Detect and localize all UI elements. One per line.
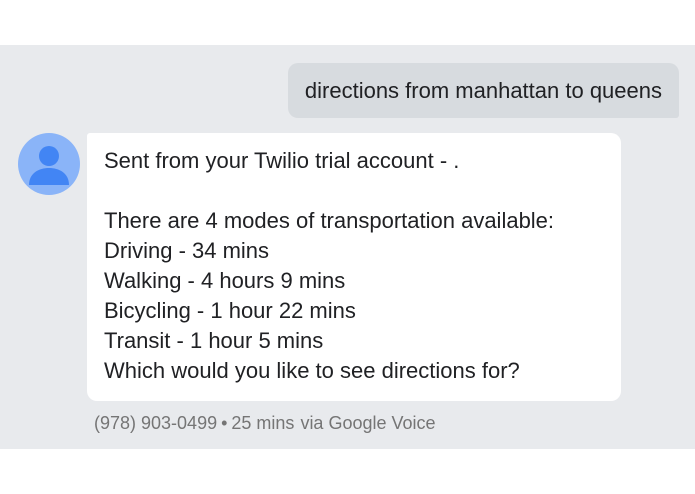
incoming-message-bubble[interactable]: Sent from your Twilio trial account - . …	[87, 133, 621, 401]
person-icon	[29, 146, 69, 185]
message-line-bicycling: Bicycling - 1 hour 22 mins	[104, 298, 356, 323]
message-thread: directions from manhattan to queens Sent…	[0, 45, 695, 449]
message-timestamp: 25 mins	[231, 413, 295, 433]
outgoing-message-bubble[interactable]: directions from manhattan to queens	[287, 63, 679, 118]
message-line-modes-intro: There are 4 modes of transportation avai…	[104, 208, 555, 233]
contact-avatar[interactable]	[18, 133, 80, 195]
message-line-driving: Driving - 34 mins	[104, 238, 270, 263]
message-source: via Google Voice	[300, 413, 436, 433]
message-line-question: Which would you like to see directions f…	[104, 358, 520, 383]
message-line-trial-notice: Sent from your Twilio trial account - .	[104, 148, 460, 173]
sender-phone-number: (978) 903-0499	[94, 413, 218, 433]
message-line-walking: Walking - 4 hours 9 mins	[104, 268, 346, 293]
message-meta: (978) 903-0499 • 25 mins via Google Voice	[94, 412, 436, 434]
message-line-blank	[104, 176, 604, 206]
message-line-transit: Transit - 1 hour 5 mins	[104, 328, 324, 353]
meta-separator: •	[221, 413, 228, 433]
